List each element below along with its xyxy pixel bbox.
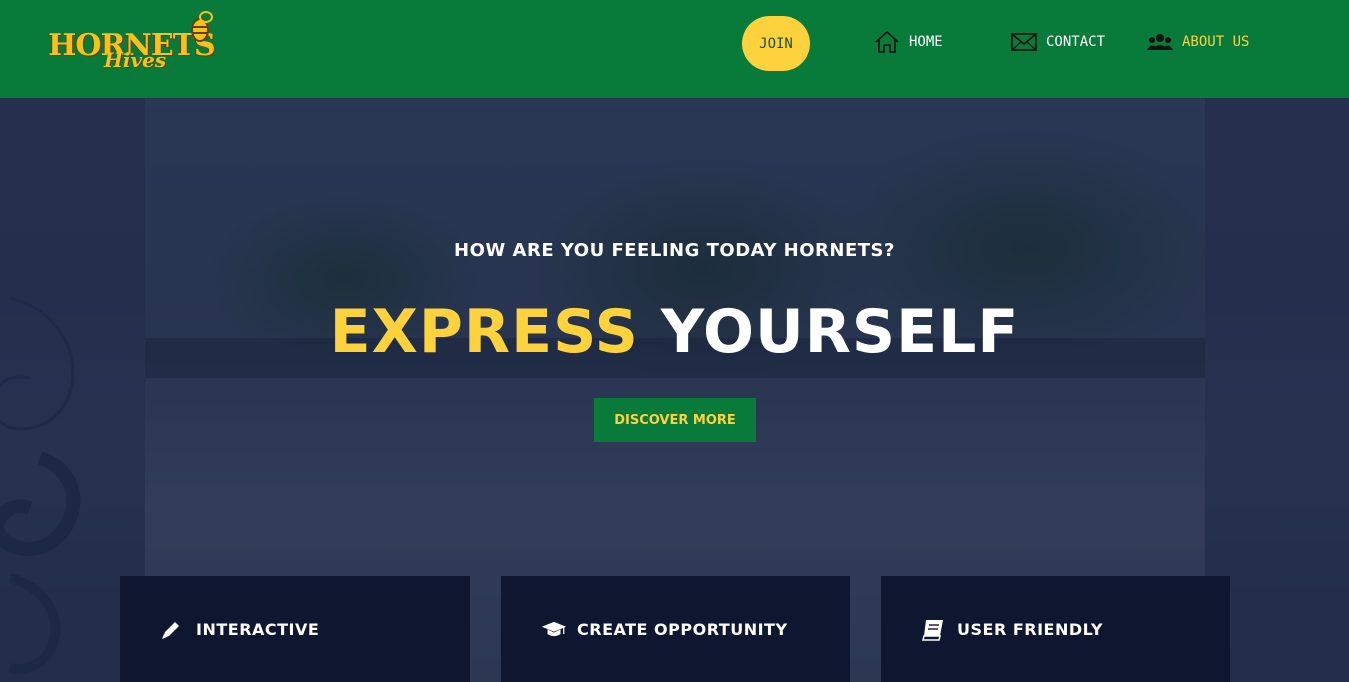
book-icon [921,618,947,642]
nav-about-link[interactable]: ABOUT US [1147,30,1249,54]
feature-card-user-friendly[interactable]: USER FRIENDLY [881,576,1230,682]
hero-title-highlight: EXPRESS [329,297,639,367]
feature-card-create-opportunity[interactable]: CREATE OPPORTUNITY [501,576,850,682]
graduation-cap-icon [541,618,567,642]
nav-home-label: HOME [909,34,943,50]
hornets-hives-logo[interactable]: HORNETS Hives [46,10,216,72]
logo-line-2: Hives [104,48,167,72]
hero-section: HOW ARE YOU FEELING TODAY HORNETS? EXPRE… [0,98,1349,682]
pencil-icon [160,618,186,642]
feature-title: CREATE OPPORTUNITY [577,620,788,639]
join-button[interactable]: JOIN [742,16,810,71]
hero-title: EXPRESS YOURSELF [0,292,1349,372]
users-icon [1147,30,1173,54]
hero-subtitle: HOW ARE YOU FEELING TODAY HORNETS? [454,240,895,261]
nav-contact-label: CONTACT [1046,34,1106,50]
hero-title-rest: YOURSELF [660,297,1020,367]
nav-contact-link[interactable]: CONTACT [1011,30,1105,54]
feature-title: INTERACTIVE [196,620,320,639]
nav-home-link[interactable]: HOME [874,30,943,54]
bee-icon [191,11,213,42]
feature-card-interactive[interactable]: INTERACTIVE [120,576,470,682]
home-icon [874,30,900,54]
envelope-icon [1011,30,1037,54]
discover-more-button[interactable]: DISCOVER MORE [594,398,756,442]
feature-title: USER FRIENDLY [957,620,1103,639]
nav-about-label: ABOUT US [1182,34,1250,50]
top-navbar: HORNETS Hives JOIN HOME CONTACT ABOUT US [0,0,1349,98]
